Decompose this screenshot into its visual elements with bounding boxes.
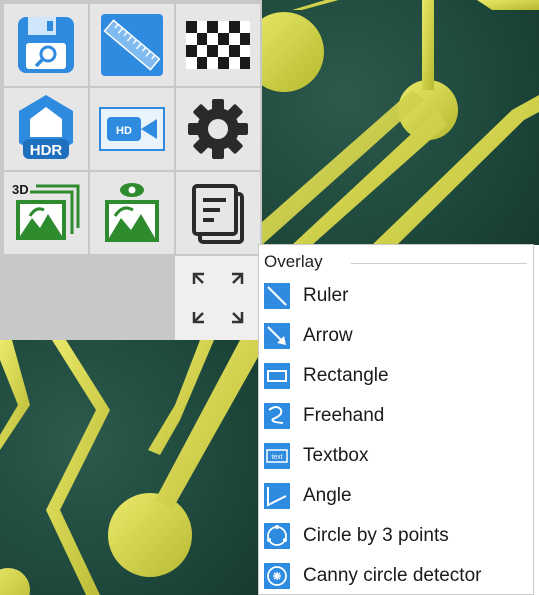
menu-item-circle-3-points[interactable]: Circle by 3 points xyxy=(263,517,529,555)
menu-item-label: Angle xyxy=(303,485,352,506)
eye-image-icon xyxy=(105,183,159,242)
angle-icon xyxy=(264,483,290,509)
overlay-menu: Overlay Ruler Arrow Rectangle Freehand t… xyxy=(258,244,534,595)
gear-icon xyxy=(188,99,248,159)
save-disk-magnifier-icon xyxy=(18,17,74,73)
hd-icon-label: HD xyxy=(116,125,132,137)
menu-item-label: Arrow xyxy=(303,325,353,346)
hdr-button[interactable]: HDR xyxy=(4,88,88,170)
menu-item-rectangle[interactable]: Rectangle xyxy=(263,357,529,395)
arrow-icon xyxy=(264,323,290,349)
3d-icon-label: 3D xyxy=(12,182,29,197)
hd-camera-icon: HD xyxy=(99,107,165,151)
menu-item-label: Rectangle xyxy=(303,365,389,386)
save-snapshot-button[interactable] xyxy=(4,4,88,86)
document-icon xyxy=(192,184,244,244)
menu-item-label: Ruler xyxy=(303,285,349,306)
menu-item-angle[interactable]: Angle xyxy=(263,477,529,515)
ruler-line-icon xyxy=(264,283,290,309)
expand-button[interactable] xyxy=(175,256,261,340)
image-view-button[interactable] xyxy=(90,172,174,254)
hdr-icon-label: HDR xyxy=(30,142,63,159)
3d-image-button[interactable]: 3D xyxy=(4,172,88,254)
expand-arrows-icon xyxy=(192,272,244,324)
textbox-icon: text xyxy=(264,443,290,469)
microscope-image-top xyxy=(262,0,539,245)
canny-circle-icon xyxy=(264,563,290,589)
menu-item-ruler[interactable]: Ruler xyxy=(263,277,529,315)
menu-item-canny-circle[interactable]: Canny circle detector xyxy=(263,557,529,595)
document-button[interactable] xyxy=(176,172,260,254)
hd-video-button[interactable]: HD xyxy=(90,88,174,170)
settings-button[interactable] xyxy=(176,88,260,170)
menu-item-label: Freehand xyxy=(303,405,385,426)
menu-item-label: Circle by 3 points xyxy=(303,525,449,546)
rectangle-icon xyxy=(264,363,290,389)
overlay-divider xyxy=(351,263,527,264)
textbox-icon-label: text xyxy=(271,454,282,461)
3d-image-icon: 3D xyxy=(12,182,80,240)
hdr-icon: HDR xyxy=(19,95,73,159)
menu-item-label: Canny circle detector xyxy=(303,565,482,586)
freehand-icon xyxy=(264,403,290,429)
checkerboard-button[interactable] xyxy=(176,4,260,86)
menu-item-textbox[interactable]: text Textbox xyxy=(263,437,529,475)
microscope-image-bottom xyxy=(0,340,262,595)
menu-item-freehand[interactable]: Freehand xyxy=(263,397,529,435)
ruler-button[interactable] xyxy=(90,4,174,86)
menu-item-arrow[interactable]: Arrow xyxy=(263,317,529,355)
overlay-title: Overlay xyxy=(264,252,323,271)
circle-3-points-icon xyxy=(264,523,290,549)
ruler-icon xyxy=(101,14,163,76)
checkerboard-icon xyxy=(186,21,250,69)
menu-item-label: Textbox xyxy=(303,445,369,466)
